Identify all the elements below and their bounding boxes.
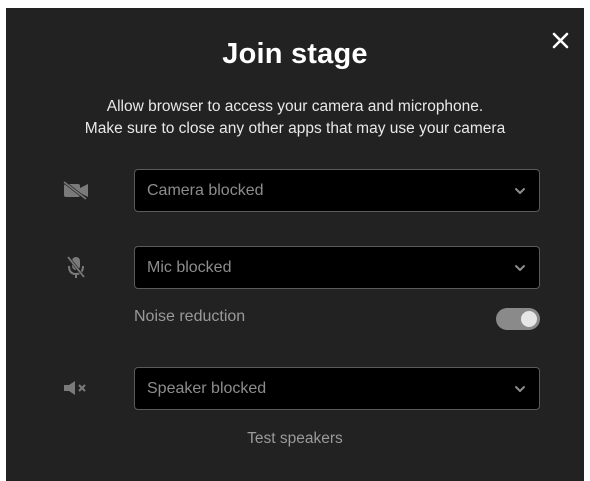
toggle-knob	[521, 311, 537, 327]
speaker-select-value: Speaker blocked	[147, 379, 267, 397]
speaker-select[interactable]: Speaker blocked	[134, 367, 540, 410]
dialog-description: Allow browser to access your camera and …	[6, 96, 584, 140]
noise-reduction-label: Noise reduction	[134, 308, 246, 325]
description-line-2: Make sure to close any other apps that m…	[84, 120, 506, 137]
mic-off-icon	[60, 251, 92, 283]
camera-select[interactable]: Camera blocked	[134, 169, 540, 212]
speaker-muted-icon	[60, 372, 92, 404]
camera-select-value: Camera blocked	[147, 181, 264, 199]
chevron-down-icon	[515, 385, 525, 392]
description-line-1: Allow browser to access your camera and …	[106, 98, 484, 115]
join-stage-dialog: Join stage Allow browser to access your …	[6, 8, 584, 481]
test-speakers-button[interactable]: Test speakers	[6, 430, 584, 448]
mic-select-value: Mic blocked	[147, 258, 232, 276]
chevron-down-icon	[515, 264, 525, 271]
mic-select[interactable]: Mic blocked	[134, 246, 540, 289]
dialog-title: Join stage	[222, 38, 368, 70]
camera-off-icon	[60, 174, 92, 206]
noise-reduction-toggle[interactable]	[496, 308, 540, 330]
chevron-down-icon	[515, 187, 525, 194]
